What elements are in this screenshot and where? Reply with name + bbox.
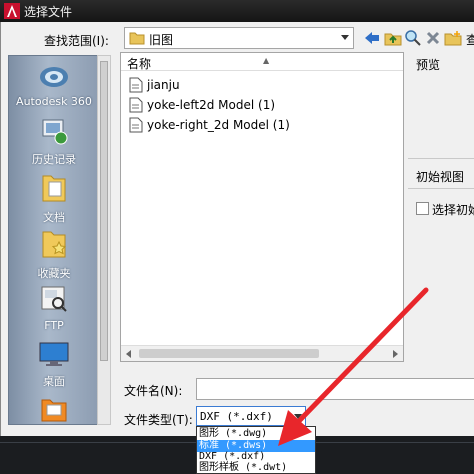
documents-icon xyxy=(42,175,66,202)
horizontal-scrollbar[interactable] xyxy=(121,345,403,361)
file-item[interactable]: yoke-right_2d Model (1) xyxy=(129,115,290,135)
filename-input[interactable] xyxy=(196,378,474,400)
scroll-thumb[interactable] xyxy=(139,349,319,358)
place-favorites[interactable]: 收藏夹 xyxy=(9,228,97,281)
file-item[interactable]: jianju xyxy=(129,75,180,95)
favorites-icon xyxy=(42,231,67,258)
delete-x-icon xyxy=(426,31,440,45)
folder-icon xyxy=(41,399,67,422)
filetype-value: DXF (*.dxf) xyxy=(200,410,273,423)
column-header-name[interactable]: 名称 ▲ xyxy=(121,53,403,71)
autocad-app-icon xyxy=(4,3,20,19)
filetype-option[interactable]: 图形 (*.dwg) xyxy=(197,428,315,440)
place-desktop[interactable]: 桌面 xyxy=(9,340,97,389)
place-label: 桌面 xyxy=(43,375,65,388)
filename-label: 文件名(N): xyxy=(124,384,183,398)
place-label: 文档 xyxy=(43,211,65,224)
title-bar: 选择文件 xyxy=(0,0,474,22)
filetype-options-list[interactable]: 图形 (*.dwg) 标准 (*.dws) DXF (*.dxf) 图形样板 (… xyxy=(196,426,316,474)
chevron-down-icon[interactable] xyxy=(294,414,302,419)
folder-icon xyxy=(129,32,145,45)
lookin-dropdown[interactable]: 旧图 xyxy=(124,27,354,49)
divider xyxy=(408,188,474,189)
file-name: yoke-left2d Model (1) xyxy=(147,98,276,112)
chevron-down-icon[interactable] xyxy=(341,35,349,40)
filetype-dropdown[interactable]: DXF (*.dxf) xyxy=(196,406,306,426)
search-web-button[interactable] xyxy=(403,28,423,48)
file-list[interactable]: 名称 ▲ jianju yoke-left2d Model (1) yoke-r… xyxy=(120,52,404,362)
views-menu-button[interactable]: 查 xyxy=(466,31,474,48)
places-scrollbar[interactable] xyxy=(97,55,111,425)
places-bar: Autodesk 360 历史记录 文档 收藏夹 FTP 桌面 xyxy=(8,55,98,425)
file-name: yoke-right_2d Model (1) xyxy=(147,118,290,132)
history-icon xyxy=(42,119,68,145)
place-ftp[interactable]: FTP xyxy=(9,284,97,332)
filetype-option[interactable]: 图形样板 (*.dwt) xyxy=(197,462,315,474)
divider xyxy=(408,158,474,159)
initial-view-checkbox-label[interactable]: 选择初始 xyxy=(432,201,474,218)
desktop-icon xyxy=(39,342,69,366)
window-title: 选择文件 xyxy=(24,5,73,19)
initial-view-label: 初始视图 xyxy=(416,170,465,184)
place-label: 收藏夹 xyxy=(37,267,71,280)
up-folder-button[interactable] xyxy=(383,28,403,48)
dxf-file-icon xyxy=(129,77,143,93)
initial-view-checkbox[interactable] xyxy=(416,202,429,215)
preview-label: 预览 xyxy=(416,58,441,72)
place-label: Autodesk 360 xyxy=(16,95,92,108)
lookin-value: 旧图 xyxy=(149,33,174,47)
cloud-icon xyxy=(40,67,68,87)
back-button[interactable] xyxy=(362,28,382,48)
dxf-file-icon xyxy=(129,97,143,113)
search-icon xyxy=(405,30,421,46)
column-name-label: 名称 xyxy=(127,57,152,71)
new-folder-button[interactable] xyxy=(443,28,463,48)
file-name: jianju xyxy=(147,78,180,92)
place-autodesk-360[interactable]: Autodesk 360 xyxy=(9,62,97,108)
place-label: FTP xyxy=(44,319,64,332)
file-item[interactable]: yoke-left2d Model (1) xyxy=(129,95,275,115)
new-folder-icon xyxy=(444,31,462,46)
back-arrow-icon xyxy=(365,32,379,44)
scroll-thumb[interactable] xyxy=(100,61,108,361)
place-more[interactable] xyxy=(9,396,97,424)
sort-up-icon: ▲ xyxy=(263,56,270,65)
ftp-icon xyxy=(41,286,67,312)
place-documents[interactable]: 文档 xyxy=(9,172,97,225)
place-label: 历史记录 xyxy=(32,153,76,166)
scroll-left-icon[interactable] xyxy=(126,350,131,358)
lookin-label: 查找范围(I): xyxy=(44,34,109,48)
filetype-label: 文件类型(T): xyxy=(124,413,193,427)
dxf-file-icon xyxy=(129,117,143,133)
scroll-right-icon[interactable] xyxy=(393,350,398,358)
up-folder-icon xyxy=(384,33,402,46)
delete-button[interactable] xyxy=(423,28,443,48)
place-history[interactable]: 历史记录 xyxy=(9,116,97,167)
